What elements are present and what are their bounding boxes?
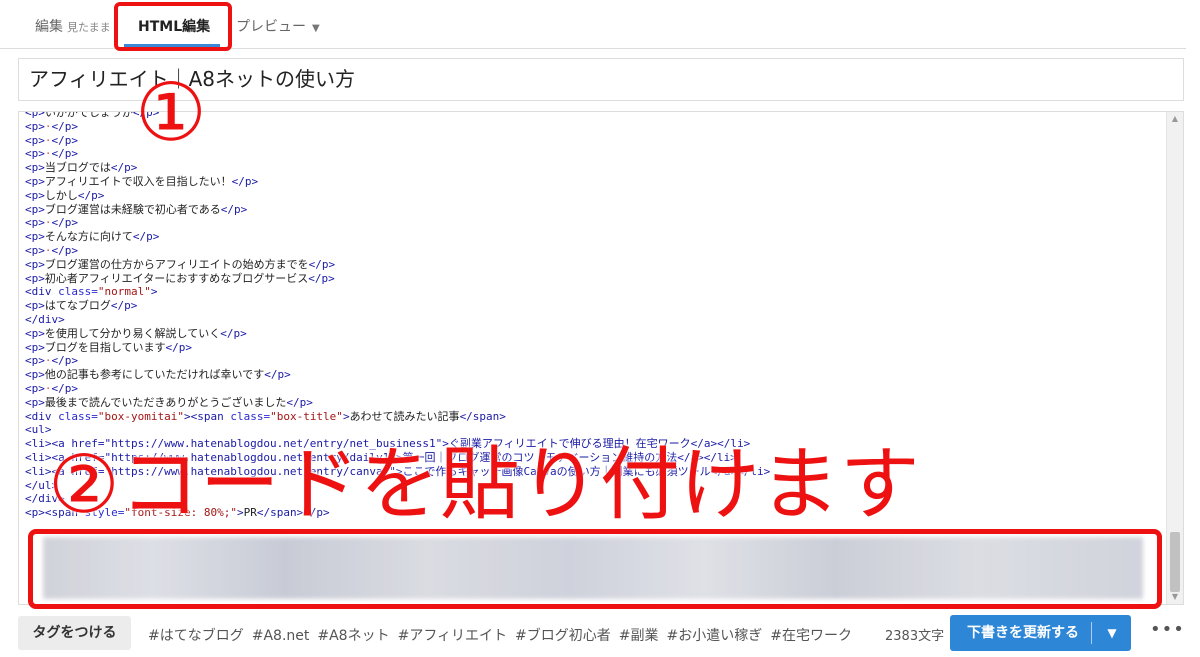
annotation-step-2: ②コードを貼り付けます <box>48 438 920 531</box>
tag-item[interactable]: #副業 <box>619 628 659 644</box>
tab-edit-sub-label: 見たまま <box>67 21 111 34</box>
code-line: <p>·</p> <box>25 354 78 368</box>
tab-edit-label: 編集 <box>35 19 63 35</box>
tag-item[interactable]: #アフィリエイト <box>398 628 507 644</box>
code-line: <p>ブログ運営の仕方からアフィリエイトの始め方までを</p> <box>25 257 336 271</box>
code-line: <p>·</p> <box>25 243 78 257</box>
chevron-down-icon: ▼ <box>312 23 320 34</box>
add-tag-button[interactable]: タグをつける <box>18 616 131 650</box>
tag-item[interactable]: #A8.net <box>252 628 310 644</box>
tag-item[interactable]: #在宅ワーク <box>770 628 852 644</box>
code-line: <p>しかし</p> <box>25 188 105 202</box>
code-line: <p>アフィリエイトで収入を目指したい！</p> <box>25 174 259 188</box>
more-options-icon[interactable]: ••• <box>1150 620 1184 640</box>
code-line: <p>初心者アフィリエイターにおすすめなブログサービス</p> <box>25 271 335 285</box>
tag-item[interactable]: #はてなブログ <box>148 628 244 644</box>
scrollbar-thumb[interactable] <box>1170 532 1180 592</box>
code-line: <p>·</p> <box>25 381 78 395</box>
code-line: <p>最後まで読んでいただきありがとうございました</p> <box>25 395 313 409</box>
scroll-down-arrow-icon[interactable]: ▼ <box>1167 590 1183 604</box>
code-line: <p>当ブログでは</p> <box>25 161 138 175</box>
code-line: <p>そんな方に向けて</p> <box>25 230 160 244</box>
scroll-up-arrow-icon[interactable]: ▲ <box>1167 112 1183 126</box>
save-options-chevron-icon[interactable]: ▼ <box>1100 615 1124 651</box>
tag-item[interactable]: #A8ネット <box>317 628 389 644</box>
tab-preview[interactable]: プレビュー ▼ <box>236 16 320 36</box>
code-line: </div> <box>25 312 65 326</box>
annotation-box-html-tab <box>114 2 232 51</box>
annotation-box-paste-area <box>28 529 1162 609</box>
tab-wysiwyg-edit[interactable]: 編集 見たまま <box>35 16 111 36</box>
button-divider <box>1091 622 1092 644</box>
tag-item[interactable]: #ブログ初心者 <box>515 628 611 644</box>
tag-list: #はてなブログ #A8.net #A8ネット #アフィリエイト #ブログ初心者 #副業 #お… <box>148 625 860 645</box>
code-line: <p>はてなブログ</p> <box>25 299 138 313</box>
annotation-step-1: ① <box>135 66 207 159</box>
code-line: <p>ブログを目指しています</p> <box>25 340 193 354</box>
code-line: <p>を使用して分かり易く解説していく</p> <box>25 326 247 340</box>
code-line: <p>ブログ運営は未経験で初心者である</p> <box>25 202 248 216</box>
code-line: <p>·</p> <box>25 216 78 230</box>
editor-scrollbar[interactable]: ▲ ▼ <box>1166 112 1183 604</box>
tag-item[interactable]: #お小遣い稼ぎ <box>667 628 763 644</box>
code-line: <div class="normal"> <box>25 285 158 299</box>
word-count: 2383文字 <box>885 629 945 644</box>
update-draft-label: 下書きを更新する <box>967 625 1079 641</box>
tab-preview-label: プレビュー <box>236 19 306 35</box>
code-line: <p>他の記事も参考にしていただければ幸いです</p> <box>25 368 291 382</box>
code-line: <div class="box-yomitai"><span class="bo… <box>25 409 506 423</box>
code-line: <ul> <box>25 423 52 437</box>
editor-footer: タグをつける #はてなブログ #A8.net #A8ネット #アフィリエイト #ブログ初… <box>0 612 1200 657</box>
update-draft-button[interactable]: 下書きを更新する ▼ <box>950 615 1131 651</box>
